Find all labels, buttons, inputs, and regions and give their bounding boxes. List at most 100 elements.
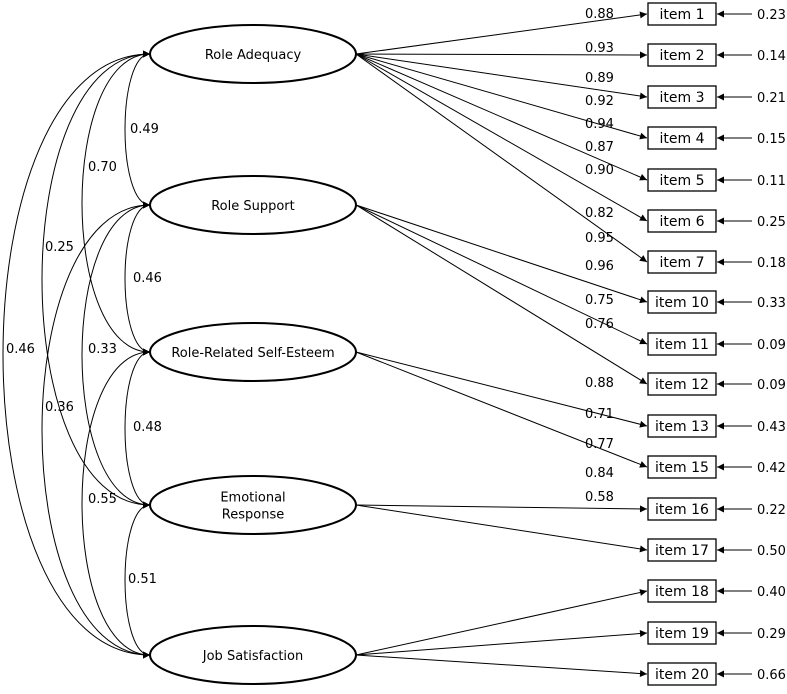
loading-value: 0.96 — [585, 259, 614, 274]
error-variance: 0.43 — [757, 420, 786, 435]
loading-value: 0.75 — [585, 293, 614, 308]
loading-value: 0.88 — [585, 376, 614, 391]
item-box: item 1 0.23 — [647, 2, 786, 26]
error-variance: 0.22 — [757, 503, 786, 518]
item-box: item 13 0.43 — [647, 414, 786, 438]
error-variance: 0.09 — [757, 338, 786, 353]
loading-value: 0.82 — [585, 206, 614, 221]
error-variance: 0.23 — [757, 8, 786, 23]
error-variance: 0.11 — [757, 174, 786, 189]
loading-path — [355, 654, 648, 678]
item-box: item 4 0.15 — [647, 126, 786, 150]
latent-factors: Role Adequacy Role Support Role-Related Se… — [149, 24, 357, 685]
factor-rrse: Role-Related Self-Esteem — [149, 322, 357, 382]
loading-value: 0.84 — [585, 466, 614, 481]
item-label: item 5 — [660, 173, 705, 189]
error-variance: 0.29 — [757, 627, 786, 642]
loading-value: 0.90 — [585, 163, 614, 178]
correlation-value: 0.49 — [130, 122, 159, 137]
correlation-value: 0.70 — [88, 160, 117, 175]
item-label: item 20 — [655, 667, 709, 683]
error-variance: 0.25 — [757, 215, 786, 230]
error-variance: 0.50 — [757, 544, 786, 559]
item-box: item 2 0.14 — [647, 43, 786, 67]
error-variance: 0.33 — [757, 296, 786, 311]
loading-value: 0.76 — [585, 317, 614, 332]
item-box: item 11 0.09 — [647, 332, 786, 356]
factor-label: Role Adequacy — [205, 48, 302, 63]
loading-paths: 0.88 0.93 0.89 0.92 0.94 0.87 0.90 0.82 0.95 0.96… — [355, 7, 648, 678]
loading-value: 0.77 — [585, 437, 614, 452]
factor-js: Job Satisfaction — [149, 625, 357, 685]
error-variance: 0.09 — [757, 378, 786, 393]
loading-path — [355, 504, 648, 513]
correlation-arcs: 0.49 0.46 0.48 0.51 0.70 0.33 0.55 0.25 0.36 0.46 — [2, 50, 162, 659]
factor-er: Emotional Response — [149, 475, 357, 535]
loading-path — [355, 589, 648, 656]
item-box: item 5 0.11 — [647, 168, 786, 192]
item-label: item 10 — [655, 295, 709, 311]
item-label: item 17 — [655, 543, 709, 559]
error-variance: 0.40 — [757, 585, 786, 600]
item-box: item 12 0.09 — [647, 372, 786, 396]
factor-label: Role-Related Self-Esteem — [171, 346, 334, 361]
item-box: item 17 0.50 — [647, 538, 786, 562]
loading-value: 0.95 — [585, 231, 614, 246]
loading-value: 0.88 — [585, 7, 614, 22]
item-label: item 16 — [655, 502, 709, 518]
error-variance: 0.42 — [757, 461, 786, 476]
item-label: item 3 — [660, 90, 705, 106]
correlation-value: 0.51 — [128, 572, 157, 587]
item-box: item 18 0.40 — [647, 579, 786, 603]
correlation-value: 0.55 — [88, 492, 117, 507]
correlation-value: 0.36 — [45, 400, 74, 415]
item-label: item 2 — [660, 48, 705, 64]
item-label: item 18 — [655, 584, 709, 600]
item-label: item 1 — [660, 7, 705, 23]
correlation-value: 0.46 — [6, 342, 35, 357]
loading-value: 0.92 — [585, 94, 614, 109]
item-box: item 20 0.66 — [647, 662, 786, 686]
item-label: item 12 — [655, 377, 709, 393]
item-box: item 6 0.25 — [647, 209, 786, 233]
item-label: item 19 — [655, 626, 709, 642]
correlation-value: 0.48 — [133, 420, 162, 435]
item-label: item 13 — [655, 419, 709, 435]
loading-value: 0.87 — [585, 140, 614, 155]
item-label: item 4 — [660, 131, 705, 147]
sem-path-diagram: 0.49 0.46 0.48 0.51 0.70 0.33 0.55 0.25 0.36 0.46… — [2, 2, 786, 686]
factor-ra: Role Adequacy — [149, 24, 357, 84]
factor-label: Emotional — [220, 491, 285, 506]
loading-path — [355, 504, 648, 553]
error-variance: 0.66 — [757, 668, 786, 683]
error-variance: 0.18 — [757, 256, 786, 271]
observed-items: item 1 0.23 item 2 0.14 item 3 0.21 item 4 0.15… — [647, 2, 786, 686]
loading-value: 0.93 — [585, 41, 614, 56]
item-box: item 15 0.42 — [647, 455, 786, 479]
correlation-value: 0.33 — [88, 342, 117, 357]
loading-value: 0.94 — [585, 117, 614, 132]
item-label: item 11 — [655, 337, 709, 353]
item-box: item 10 0.33 — [647, 290, 786, 314]
correlation-arc-ra-rrse — [81, 50, 151, 356]
loading-value: 0.58 — [585, 490, 614, 505]
loading-path — [355, 630, 648, 656]
factor-label: Response — [222, 508, 284, 523]
loading-value: 0.89 — [585, 71, 614, 86]
error-variance: 0.14 — [757, 49, 786, 64]
item-box: item 16 0.22 — [647, 497, 786, 521]
loading-value: 0.71 — [585, 407, 614, 422]
item-box: item 7 0.18 — [647, 250, 786, 274]
item-box: item 19 0.29 — [647, 621, 786, 645]
factor-label: Role Support — [211, 199, 295, 214]
error-variance: 0.21 — [757, 91, 786, 106]
item-box: item 3 0.21 — [647, 85, 786, 109]
correlation-value: 0.25 — [45, 240, 74, 255]
correlation-value: 0.46 — [133, 271, 162, 286]
factor-rs: Role Support — [149, 175, 357, 235]
item-label: item 7 — [660, 255, 705, 271]
item-label: item 6 — [660, 214, 705, 230]
error-variance: 0.15 — [757, 132, 786, 147]
item-label: item 15 — [655, 460, 709, 476]
factor-label: Job Satisfaction — [202, 649, 303, 664]
